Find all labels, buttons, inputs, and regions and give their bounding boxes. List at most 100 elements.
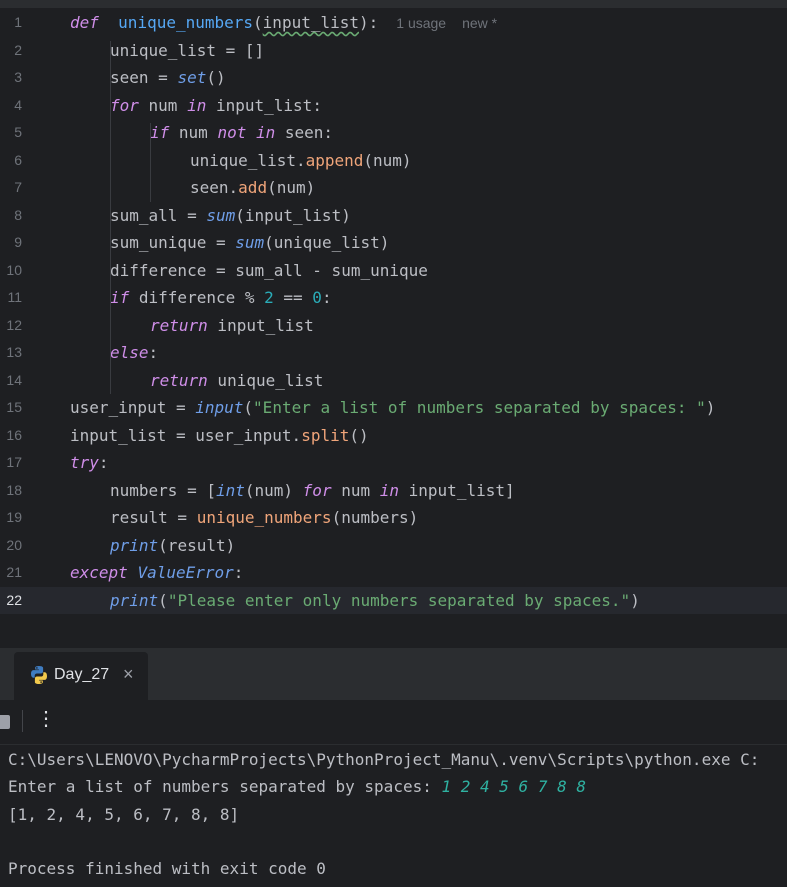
code-line[interactable]: 12 return input_list [0, 312, 787, 340]
console-command-line: C:\Users\LENOVO\PycharmProjects\PythonPr… [8, 750, 760, 769]
code-token: ( [253, 13, 263, 32]
code-token: () [349, 425, 369, 445]
code-line[interactable]: 17 try: [0, 449, 787, 477]
code-token: "Please enter only numbers separated by … [167, 590, 631, 610]
code-token: in [187, 95, 207, 115]
code-line[interactable]: 16 input_list = user_input.split() [0, 422, 787, 450]
console-prompt-text: Enter a list of numbers separated by spa… [8, 777, 442, 796]
line-number: 4 [14, 96, 22, 113]
line-number: 3 [14, 69, 22, 85]
line-number: 18 [6, 481, 22, 498]
code-token: input_list [207, 315, 314, 335]
code-token: == [273, 288, 313, 307]
code-token: (result) [158, 535, 236, 555]
code-token: ( [243, 398, 254, 417]
code-token: split [301, 425, 350, 445]
code-token: in [379, 480, 400, 500]
code-line[interactable]: 2 unique_list = [] [0, 37, 787, 65]
code-token: ( [158, 590, 168, 610]
code-token: seen. [190, 178, 239, 197]
code-token: 2 [264, 288, 274, 307]
console-result-line: [1, 2, 4, 5, 6, 7, 8, 8] [8, 805, 240, 824]
line-number: 17 [6, 454, 22, 470]
code-line[interactable]: 11 if difference % 2 == 0: [0, 284, 787, 312]
line-number: 8 [14, 206, 22, 223]
code-token: sum [235, 233, 265, 252]
code-text: user_input = input("Enter a list of numb… [70, 394, 715, 422]
code-text: try: [70, 449, 109, 477]
python-icon [31, 666, 47, 684]
code-token: num [331, 480, 380, 500]
line-number: 22 [6, 591, 22, 608]
code-token: difference = sum_all - sum_unique [110, 260, 428, 280]
code-line[interactable]: 3 seen = set() [0, 64, 787, 92]
more-options-icon[interactable]: ⋮ [36, 706, 56, 731]
code-token: unique_numbers [118, 13, 254, 32]
code-token: unique_numbers [196, 508, 332, 527]
code-token: ValueError [137, 563, 234, 582]
console-exit-line: Process finished with exit code 0 [8, 859, 326, 878]
code-line[interactable]: 14 return unique_list [0, 367, 787, 395]
code-token: ) [630, 590, 640, 610]
code-line[interactable]: 1 def unique_numbers(input_list): 1 usage n… [0, 9, 787, 37]
author-inlay-hint[interactable]: new * [462, 15, 497, 31]
code-token: (numbers) [331, 508, 419, 527]
stop-icon[interactable] [0, 715, 10, 729]
code-token: sum_all = [110, 205, 207, 225]
code-token: seen = [110, 68, 178, 87]
code-line[interactable]: 8 sum_all = sum(input_list) [0, 202, 787, 230]
code-text: print(result) [110, 532, 235, 560]
code-token: unique_list [207, 370, 324, 390]
code-text: numbers = [int(num) for num in input_lis… [110, 477, 515, 505]
code-token: if [150, 123, 170, 142]
console-user-input: 1 2 4 5 6 7 8 8 [441, 777, 586, 796]
code-line[interactable]: 22 print("Please enter only numbers separ… [0, 586, 787, 614]
code-text: result = unique_numbers(numbers) [110, 504, 418, 532]
code-token: difference % [129, 288, 265, 307]
code-line[interactable]: 19 result = unique_numbers(numbers) [0, 504, 787, 532]
code-line[interactable]: 6 unique_list.append(num) [0, 147, 787, 175]
code-line[interactable]: 21 except ValueError: [0, 559, 787, 587]
code-token: set [177, 68, 207, 87]
code-token: ) [705, 398, 716, 417]
run-tab-day27[interactable]: Day_27 × [14, 652, 148, 700]
code-token: unique_list. [190, 150, 306, 170]
code-line[interactable]: 20 print(result) [0, 532, 787, 560]
line-number: 15 [6, 399, 22, 415]
code-line[interactable]: 9 sum_unique = sum(unique_list) [0, 229, 787, 257]
console-prompt-line: Enter a list of numbers separated by spa… [8, 773, 586, 800]
line-number: 16 [6, 426, 22, 443]
code-editor[interactable]: 1 def unique_numbers(input_list): 1 usage n… [0, 8, 787, 648]
code-line[interactable]: 18 numbers = [int(num) for num in input_l… [0, 477, 787, 505]
code-line[interactable]: 13 else: [0, 339, 787, 367]
code-text: seen = set() [110, 64, 226, 92]
code-line[interactable]: 10 difference = sum_all - sum_unique [0, 257, 787, 285]
code-token: () [206, 68, 226, 87]
code-text: sum_all = sum(input_list) [110, 202, 351, 230]
close-icon[interactable]: × [123, 664, 134, 685]
code-line[interactable]: 4 for num in input_list: [0, 92, 787, 120]
code-token: seen: [275, 123, 334, 142]
code-token: num [138, 95, 188, 115]
code-line[interactable]: 7 seen.add(num) [0, 174, 787, 202]
code-token: ): [359, 13, 379, 32]
code-token: try [70, 453, 99, 472]
code-text: except ValueError: [70, 559, 243, 587]
code-token: int [215, 480, 245, 500]
code-token: (num) [363, 150, 412, 170]
line-number: 6 [14, 151, 22, 168]
code-line[interactable]: 5 if num not in seen: [0, 119, 787, 147]
code-token: : [148, 343, 159, 362]
code-token: : [233, 563, 244, 582]
toolbar-separator [22, 710, 23, 732]
usage-inlay-hint[interactable]: 1 usage [396, 15, 446, 31]
code-line[interactable]: 15 user_input = input("Enter a list of nu… [0, 394, 787, 422]
code-token: numbers = [ [110, 480, 216, 500]
run-console-output[interactable]: C:\Users\LENOVO\PycharmProjects\PythonPr… [0, 745, 787, 887]
code-text: def unique_numbers(input_list): 1 usage ne… [70, 9, 497, 38]
code-token: def [70, 13, 99, 32]
line-number: 5 [14, 124, 22, 140]
